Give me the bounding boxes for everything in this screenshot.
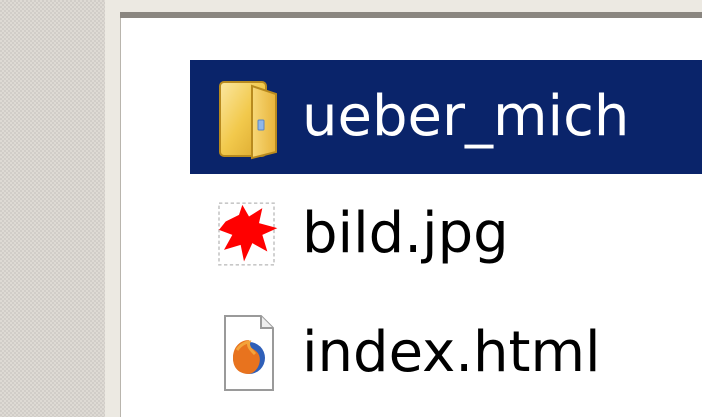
folder-icon [214,72,284,162]
file-name-label: index.html [302,320,601,385]
firefox-html-file-icon [214,308,284,398]
pane-header-border [120,0,702,18]
file-item-ueber-mich[interactable]: ueber_mich [190,60,702,174]
file-item-index-html[interactable]: index.html [190,294,702,412]
pane-splitter[interactable] [105,0,121,417]
file-name-label: bild.jpg [302,201,509,266]
file-item-bild-jpg[interactable]: bild.jpg [190,174,702,294]
file-name-label: ueber_mich [302,84,630,149]
explorer-window: ueber_mich bild.jpg index.html [0,0,702,417]
navigation-pane-strip [0,0,105,417]
broken-image-icon [214,189,284,279]
file-list: ueber_mich bild.jpg index.html [190,60,702,412]
